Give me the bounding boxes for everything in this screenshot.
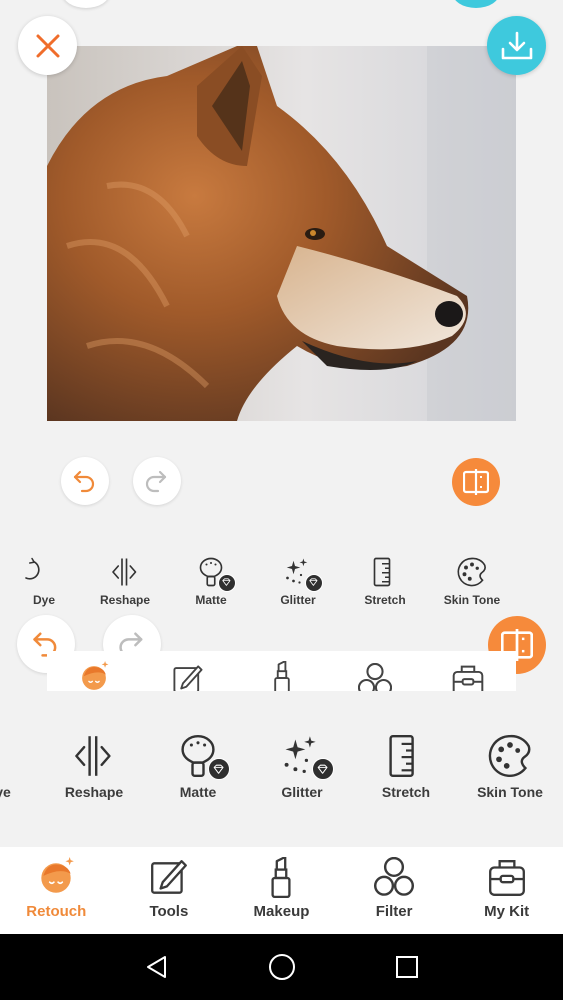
- wolf-photo: [47, 46, 516, 421]
- tool-stretch[interactable]: Stretch: [356, 734, 456, 800]
- premium-gem-icon: [304, 573, 323, 592]
- tool-label: Skin Tone: [477, 784, 543, 800]
- tool-reshape[interactable]: Reshape: [82, 557, 168, 607]
- tab-filter[interactable]: Filter: [338, 847, 451, 934]
- tab-label: My Kit: [484, 903, 530, 920]
- tool-dye[interactable]: Dye: [1, 557, 87, 607]
- tool-label: Matte: [195, 593, 227, 607]
- download-icon: [501, 31, 532, 59]
- tab-label: Tools: [149, 903, 189, 920]
- my-kit-icon: [452, 665, 484, 691]
- tab-tools[interactable]: Tools: [113, 847, 226, 934]
- close-icon: [36, 34, 59, 57]
- redo-button[interactable]: [133, 457, 181, 505]
- stretch-icon: [389, 734, 414, 778]
- recents-icon[interactable]: [395, 955, 419, 979]
- reshape-icon: [112, 557, 137, 587]
- tab-label: Filter: [375, 903, 413, 920]
- home-icon[interactable]: [268, 953, 296, 981]
- reshape-icon: [75, 734, 111, 778]
- tab-bar-preview: [47, 651, 516, 691]
- tool-glitter[interactable]: Glitter: [252, 734, 352, 800]
- tools-icon: [173, 665, 203, 691]
- filter-icon: [358, 663, 392, 691]
- makeup-icon: [271, 857, 292, 899]
- premium-gem-icon: [207, 758, 230, 781]
- tool-glitter[interactable]: Glitter: [255, 557, 341, 607]
- tab-label: Retouch: [26, 903, 87, 920]
- tool-skin-tone[interactable]: Skin Tone: [460, 734, 560, 800]
- tab-my-kit[interactable]: My Kit: [450, 847, 563, 934]
- premium-gem-icon: [311, 758, 334, 781]
- makeup-icon: [274, 661, 290, 691]
- tab-label: Makeup: [253, 903, 310, 920]
- back-icon[interactable]: [144, 954, 170, 980]
- tool-label: Glitter: [281, 784, 323, 800]
- peek-button-right: [452, 0, 500, 8]
- tab-retouch[interactable]: Retouch: [0, 847, 113, 934]
- download-button[interactable]: [487, 16, 546, 75]
- retouch-icon: [81, 661, 110, 691]
- my-kit-icon: [488, 860, 525, 896]
- undo-icon: [73, 470, 95, 493]
- system-nav-bar: [0, 934, 563, 1000]
- tool-label: Dye: [32, 593, 55, 607]
- tool-label: Matte: [179, 784, 217, 800]
- tool-label: Reshape: [99, 593, 151, 607]
- retouch-icon: [40, 857, 75, 894]
- tool-strip-preview: Dye Reshape Matte Glitter Stretch Skin Tone: [0, 557, 563, 617]
- tool-label: Glitter: [280, 593, 316, 607]
- tool-strip: Dye Reshape Matte Glitter Stretch Skin Tone: [0, 734, 563, 806]
- tool-skin-tone[interactable]: Skin Tone: [429, 557, 515, 607]
- redo-icon: [145, 470, 167, 493]
- skin-tone-icon: [457, 557, 486, 587]
- tool-matte[interactable]: Matte: [148, 734, 248, 800]
- undo-button[interactable]: [61, 457, 109, 505]
- skin-tone-icon: [488, 734, 531, 778]
- tool-label: Skin Tone: [443, 593, 501, 607]
- tools-icon: [150, 860, 187, 894]
- tool-reshape[interactable]: Reshape: [44, 734, 144, 800]
- tool-label: Stretch: [364, 593, 406, 607]
- filter-icon: [374, 857, 415, 896]
- tool-dye[interactable]: Dye: [0, 734, 48, 800]
- compare-button[interactable]: [452, 458, 500, 506]
- tool-stretch[interactable]: Stretch: [342, 557, 428, 607]
- close-button[interactable]: [18, 16, 77, 75]
- tool-matte[interactable]: Matte: [168, 557, 254, 607]
- premium-gem-icon: [217, 573, 236, 592]
- tool-label: Dye: [0, 784, 11, 800]
- peek-button-left: [62, 0, 110, 8]
- tool-label: Stretch: [381, 784, 431, 800]
- dye-icon: [0, 734, 20, 778]
- compare-icon: [463, 469, 489, 495]
- bottom-tab-bar: Retouch Tools Makeup Filter My Kit: [0, 847, 563, 934]
- tab-makeup[interactable]: Makeup: [225, 847, 338, 934]
- tool-label: Reshape: [64, 784, 124, 800]
- dye-icon: [25, 557, 40, 580]
- stretch-icon: [373, 557, 391, 587]
